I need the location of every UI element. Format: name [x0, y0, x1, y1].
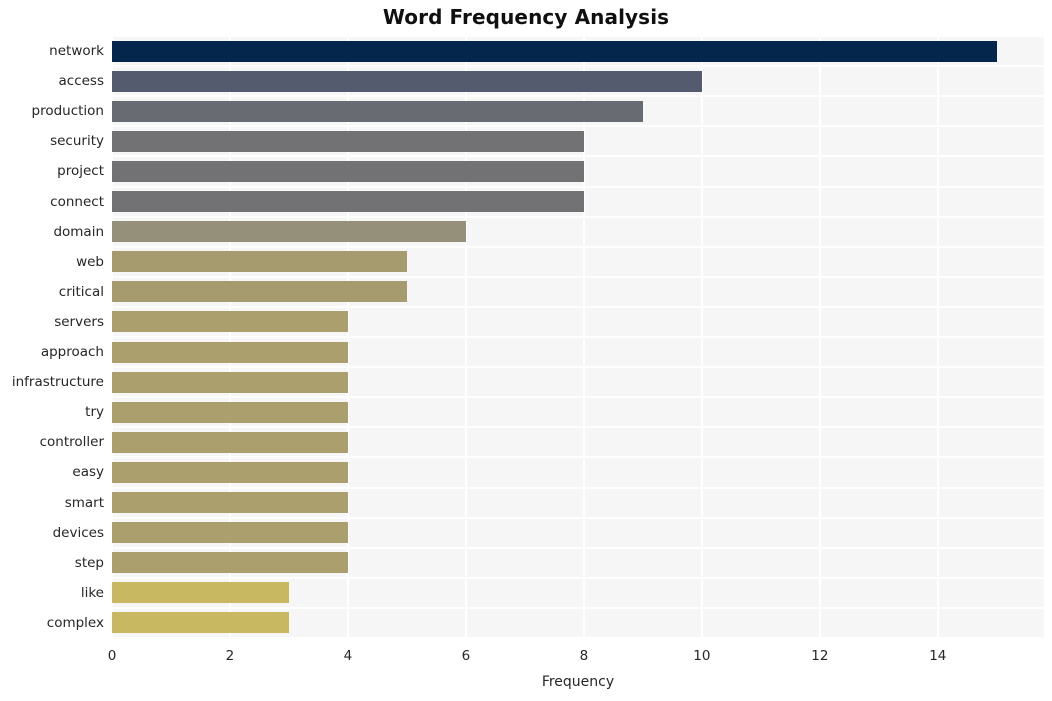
x-axis-tick-label: 2: [225, 648, 235, 664]
y-axis-tick-label: project: [57, 163, 104, 180]
bar: [112, 311, 348, 333]
bar: [112, 70, 702, 92]
y-axis-tick-label: web: [76, 253, 104, 270]
chart-title: Word Frequency Analysis: [382, 5, 670, 29]
horizontal-gridline: [112, 456, 1044, 459]
x-axis-tick-label: 4: [343, 648, 353, 664]
horizontal-gridline: [112, 516, 1044, 519]
y-axis-tick-label: approach: [40, 344, 104, 361]
bar: [112, 461, 348, 483]
horizontal-gridline: [112, 366, 1044, 369]
x-axis-tick-labels: 0 2 4 6 8 10 12 14: [108, 638, 1044, 668]
y-axis-tick-label: domain: [53, 223, 104, 240]
horizontal-gridline: [112, 576, 1044, 579]
bar: [112, 492, 348, 514]
bar: [112, 522, 348, 544]
bar: [112, 371, 348, 393]
horizontal-gridline: [112, 546, 1044, 549]
x-axis-tick-label: 10: [693, 648, 711, 664]
y-axis-tick-label: critical: [58, 283, 104, 300]
horizontal-gridline: [112, 215, 1044, 218]
horizontal-gridline: [112, 606, 1044, 609]
horizontal-gridline: [112, 275, 1044, 278]
bar: [112, 431, 348, 453]
y-axis-tick-label: access: [58, 73, 105, 90]
horizontal-gridline: [112, 36, 1044, 37]
x-axis-tick-label: 0: [107, 648, 117, 664]
bar: [112, 191, 584, 213]
horizontal-gridline: [112, 155, 1044, 158]
y-axis-tick-label: servers: [54, 313, 104, 330]
bar: [112, 160, 584, 182]
bar: [112, 221, 466, 243]
horizontal-gridline: [112, 426, 1044, 429]
x-axis-tick-label: 12: [811, 648, 829, 664]
bar: [112, 612, 289, 634]
bar: [112, 130, 584, 152]
bar: [112, 281, 407, 303]
bar: [112, 401, 348, 423]
x-axis-tick-label: 6: [461, 648, 471, 664]
y-axis-tick-label: network: [49, 43, 104, 60]
horizontal-gridline: [112, 185, 1044, 188]
horizontal-gridline: [112, 65, 1044, 68]
y-axis-tick-label: connect: [50, 193, 104, 210]
horizontal-gridline: [112, 336, 1044, 338]
horizontal-gridline: [112, 245, 1044, 248]
y-axis-tick-label: infrastructure: [11, 374, 104, 391]
y-axis-tick-label: smart: [64, 494, 104, 511]
x-axis-title: Frequency: [541, 674, 615, 690]
horizontal-gridline: [112, 305, 1044, 308]
bar: [112, 40, 997, 62]
y-axis-tick-label: devices: [52, 524, 104, 541]
horizontal-gridline: [112, 95, 1044, 98]
x-axis-tick-label: 8: [579, 648, 589, 664]
horizontal-gridline: [112, 486, 1044, 489]
y-axis-tick-label: complex: [46, 614, 104, 631]
y-axis-tick-label: easy: [72, 464, 104, 481]
bar: [112, 552, 348, 574]
horizontal-gridline: [112, 396, 1044, 399]
bar: [112, 251, 407, 273]
y-axis-tick-labels: network access production security project co…: [0, 36, 104, 638]
bar: [112, 582, 289, 604]
y-axis-tick-label: controller: [39, 434, 104, 451]
y-axis-tick-label: production: [31, 103, 105, 120]
y-axis-tick-label: try: [85, 404, 104, 421]
horizontal-gridline: [112, 125, 1044, 128]
chart-figure: Word Frequency Analysis network access pro…: [0, 0, 1052, 701]
plot-area: [112, 36, 1044, 638]
bar: [112, 341, 348, 363]
x-axis-tick-label: 14: [929, 648, 947, 664]
y-axis-tick-label: step: [74, 554, 104, 571]
bar: [112, 100, 643, 122]
y-axis-tick-label: like: [80, 584, 104, 601]
y-axis-tick-label: security: [50, 133, 104, 150]
